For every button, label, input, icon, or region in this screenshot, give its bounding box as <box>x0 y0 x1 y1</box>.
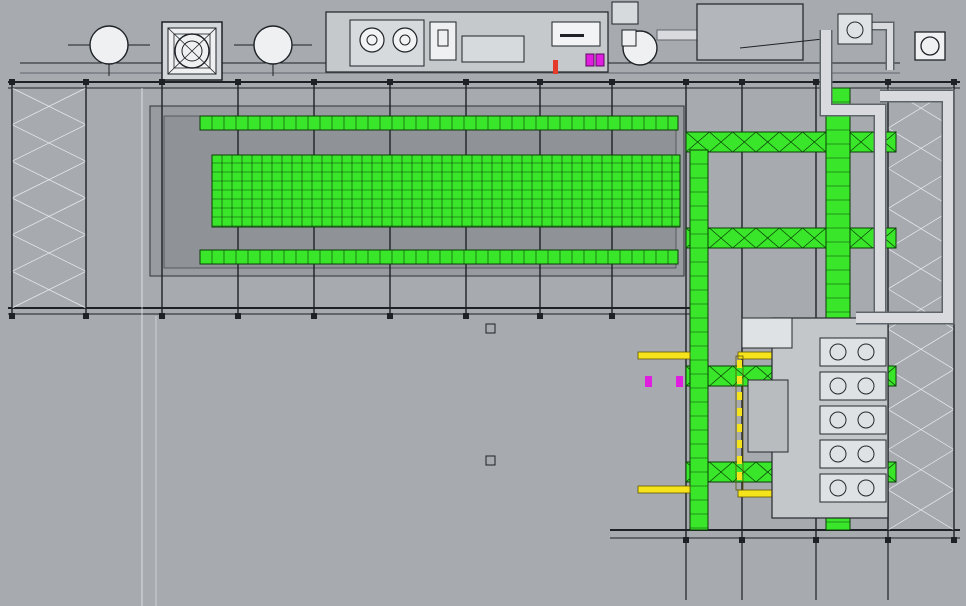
fan-icon[interactable] <box>161 21 223 81</box>
column-base <box>311 313 317 319</box>
transfer-stop <box>737 408 742 416</box>
transfer-stop <box>737 376 742 384</box>
column-cap <box>83 79 89 85</box>
control-box[interactable] <box>741 317 793 349</box>
column-base <box>9 313 15 319</box>
column-base <box>159 313 165 319</box>
column-base <box>463 313 469 319</box>
column-cap <box>609 79 615 85</box>
transfer-arm[interactable] <box>637 351 691 360</box>
column-cap <box>463 79 469 85</box>
column-cap <box>235 79 241 85</box>
vertical-conveyor[interactable] <box>689 149 709 531</box>
column-base <box>951 537 957 543</box>
motor-icon[interactable] <box>914 31 946 61</box>
column-cap <box>885 79 891 85</box>
column-base <box>235 313 241 319</box>
control-panel[interactable] <box>325 11 609 74</box>
column-cap <box>9 79 15 85</box>
control-box[interactable] <box>747 379 789 453</box>
transfer-stop <box>737 472 742 480</box>
transfer-stop <box>737 456 742 464</box>
column-cap <box>537 79 543 85</box>
cad-viewport[interactable] <box>0 0 966 606</box>
column-cap <box>813 79 819 85</box>
magenta-marker <box>676 376 683 387</box>
column-cap <box>311 79 317 85</box>
plant-layout-drawing <box>0 0 966 606</box>
column-cap <box>387 79 393 85</box>
column-base <box>83 313 89 319</box>
column-cap <box>951 79 957 85</box>
column-base <box>387 313 393 319</box>
column-cap <box>739 79 745 85</box>
column-base <box>537 313 543 319</box>
transfer-stop <box>737 424 742 432</box>
column-cap <box>159 79 165 85</box>
magenta-marker <box>645 376 652 387</box>
transfer-arm[interactable] <box>637 485 691 494</box>
column-cap <box>683 79 689 85</box>
column-base <box>609 313 615 319</box>
transfer-stop <box>737 392 742 400</box>
transfer-stop <box>737 360 742 368</box>
transfer-stop <box>737 440 742 448</box>
